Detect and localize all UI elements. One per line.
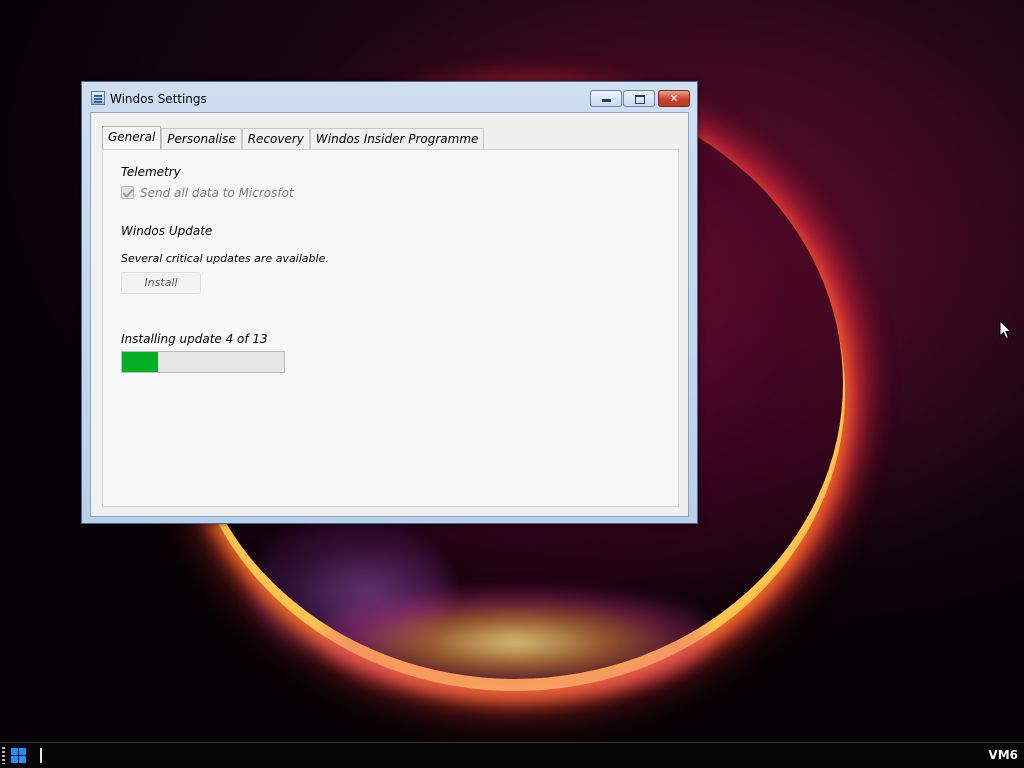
progress-label: Installing update 4 of 13 (121, 332, 268, 346)
window-titlebar[interactable]: Windos Settings ✕ (82, 82, 697, 112)
taskbar: VM6 (0, 742, 1024, 768)
taskbar-vm-label: VM6 (988, 748, 1018, 762)
telemetry-heading: Telemetry (121, 165, 181, 179)
window-title: Windos Settings (110, 92, 207, 106)
tab-recovery[interactable]: Recovery (241, 128, 310, 149)
tab-general[interactable]: General (102, 126, 162, 149)
settings-app-icon (91, 91, 105, 105)
telemetry-checkbox-label[interactable]: Send all data to Microsfot (140, 186, 294, 200)
taskbar-text-cursor (40, 748, 42, 763)
update-progress-bar (121, 351, 285, 373)
install-button[interactable]: Install (121, 272, 201, 294)
update-status-text: Several critical updates are available. (121, 252, 329, 265)
close-button[interactable]: ✕ (658, 90, 690, 107)
window-client-area: General Personalise Recovery Windos Insi… (90, 112, 689, 517)
taskbar-grip[interactable] (2, 747, 5, 764)
tab-windos-insider-programme[interactable]: Windos Insider Programme (309, 128, 485, 149)
maximize-button[interactable] (623, 90, 655, 107)
maximize-icon (635, 95, 645, 104)
tab-strip: General Personalise Recovery Windos Insi… (102, 126, 485, 149)
general-tab-panel: Telemetry Send all data to Microsfot Win… (102, 149, 679, 507)
telemetry-checkbox[interactable] (121, 186, 134, 199)
wallpaper-highlight (320, 560, 710, 710)
minimize-icon (602, 99, 611, 102)
close-icon: ✕ (669, 92, 679, 105)
tab-personalise[interactable]: Personalise (161, 128, 242, 149)
minimize-button[interactable] (590, 90, 622, 107)
progress-fill (122, 352, 158, 372)
mouse-pointer-icon (999, 320, 1013, 340)
settings-window: Windos Settings ✕ General Personalise Re… (81, 81, 698, 524)
start-button[interactable] (10, 747, 28, 764)
desktop[interactable]: Windos Settings ✕ General Personalise Re… (0, 0, 1024, 768)
update-heading: Windos Update (121, 224, 213, 238)
